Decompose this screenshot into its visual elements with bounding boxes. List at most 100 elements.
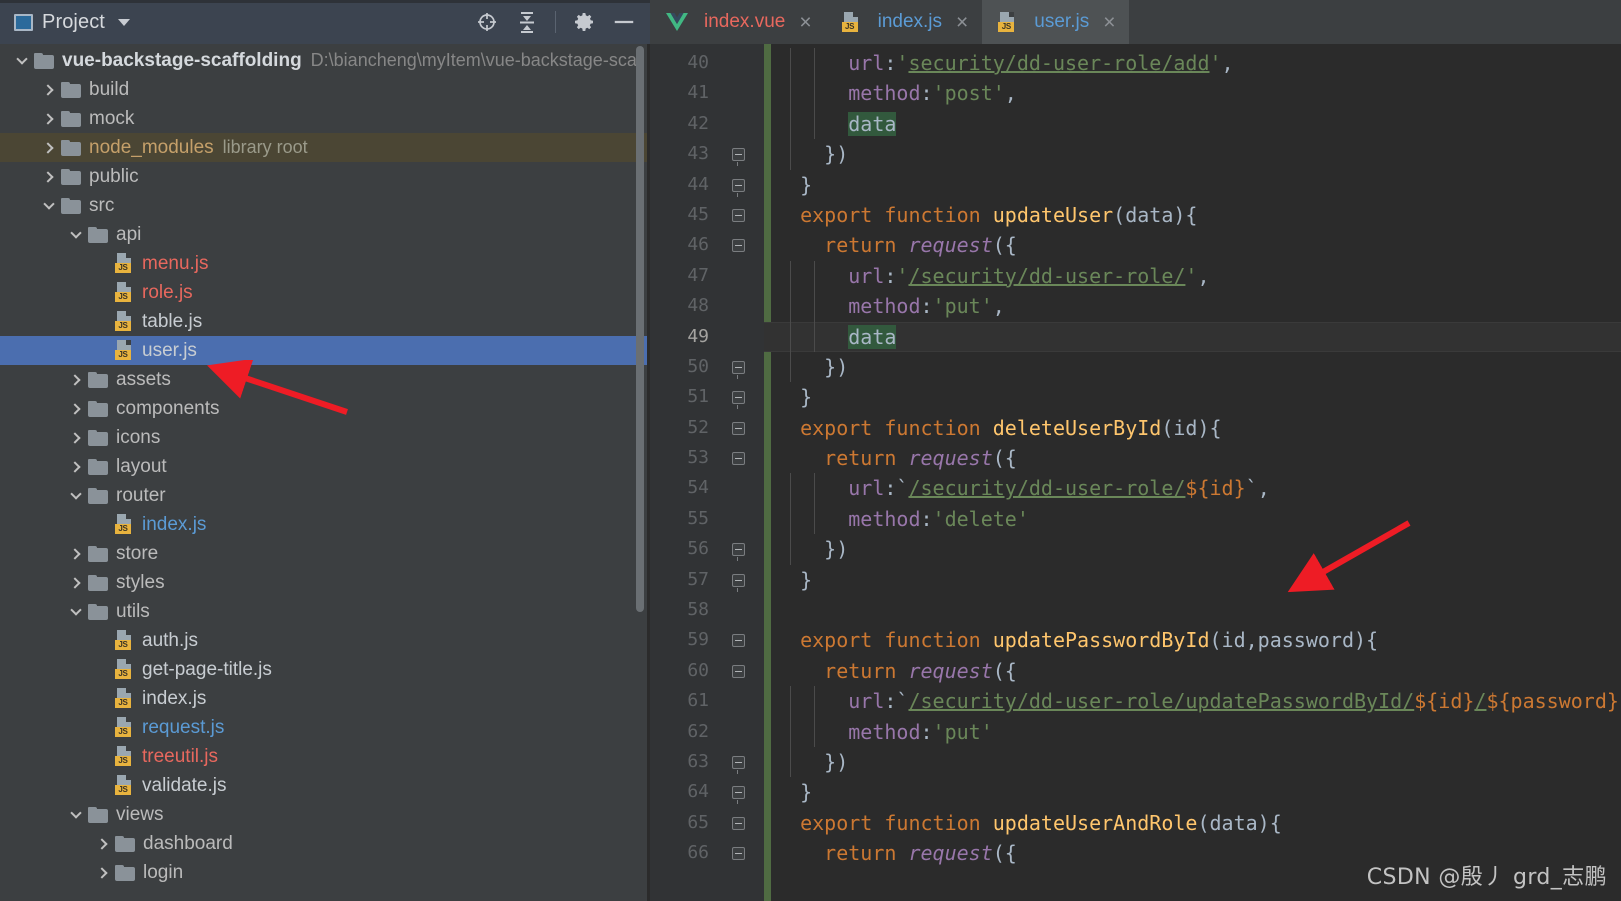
tree-row[interactable]: JS get-page-title.js <box>0 655 650 684</box>
chevron-right-icon[interactable] <box>37 141 61 154</box>
tree-row[interactable]: dashboard <box>0 829 650 858</box>
code-line[interactable]: export function deleteUserById(id){ <box>764 413 1621 443</box>
editor-tab[interactable]: index.vue × <box>650 0 826 44</box>
code-line[interactable]: return request({ <box>764 230 1621 260</box>
code-line[interactable]: url:`/security/dd-user-role/updatePasswo… <box>764 686 1621 717</box>
chevron-right-icon[interactable] <box>64 576 88 589</box>
fold-toggle-icon[interactable] <box>732 634 745 648</box>
chevron-right-icon[interactable] <box>64 460 88 473</box>
gear-icon[interactable] <box>572 10 596 34</box>
chevron-right-icon[interactable] <box>64 547 88 560</box>
tree-row[interactable]: JS auth.js <box>0 626 650 655</box>
chevron-down-icon[interactable] <box>37 197 61 210</box>
tree-row[interactable]: api <box>0 220 650 249</box>
code-line[interactable]: export function updatePasswordById(id,pa… <box>764 625 1621 655</box>
code-line[interactable]: export function updateUserAndRole(data){ <box>764 808 1621 838</box>
chevron-down-icon[interactable] <box>10 52 34 65</box>
fold-toggle-icon[interactable] <box>732 239 745 253</box>
tree-row[interactable]: styles <box>0 568 650 597</box>
code-line[interactable]: url:`/security/dd-user-role/${id}`, <box>764 473 1621 504</box>
tree-row[interactable]: utils <box>0 597 650 626</box>
chevron-right-icon[interactable] <box>37 170 61 183</box>
code-line[interactable]: } <box>764 170 1621 200</box>
chevron-down-icon[interactable] <box>64 487 88 500</box>
tree-row[interactable]: router <box>0 481 650 510</box>
tree-row[interactable]: layout <box>0 452 650 481</box>
tree-row[interactable]: vue-backstage-scaffolding D:\biancheng\my… <box>0 46 650 75</box>
chevron-down-icon[interactable] <box>64 603 88 616</box>
chevron-right-icon[interactable] <box>91 837 115 850</box>
fold-toggle-icon[interactable] <box>732 452 745 466</box>
close-icon[interactable]: × <box>1103 12 1115 33</box>
tree-row[interactable]: JS treeutil.js <box>0 742 650 771</box>
chevron-right-icon[interactable] <box>64 373 88 386</box>
code-line[interactable]: }) <box>764 139 1621 170</box>
tree-row[interactable]: JS index.js <box>0 510 650 539</box>
fold-toggle-icon[interactable] <box>732 360 745 379</box>
fold-toggle-icon[interactable] <box>732 543 745 562</box>
fold-toggle-icon[interactable] <box>732 847 745 861</box>
tree-row[interactable]: node_modules library root <box>0 133 650 162</box>
tree-row[interactable]: mock <box>0 104 650 133</box>
code-line[interactable]: }) <box>764 746 1621 778</box>
project-panel-title-group[interactable]: Project <box>14 11 130 34</box>
fold-toggle-icon[interactable] <box>732 421 745 435</box>
locate-target-icon[interactable] <box>475 10 499 34</box>
chevron-right-icon[interactable] <box>64 431 88 444</box>
chevron-right-icon[interactable] <box>64 402 88 415</box>
tree-row[interactable]: assets <box>0 365 650 394</box>
tree-row[interactable]: JS request.js <box>0 713 650 742</box>
project-file-tree[interactable]: vue-backstage-scaffolding D:\biancheng\my… <box>0 44 650 901</box>
close-icon[interactable]: × <box>799 12 811 33</box>
fold-toggle-icon[interactable] <box>732 178 745 197</box>
code-line[interactable]: return request({ <box>764 656 1621 686</box>
code-line[interactable]: } <box>764 382 1621 412</box>
fold-toggle-icon[interactable] <box>732 816 745 830</box>
chevron-down-icon[interactable] <box>64 226 88 239</box>
chevron-down-icon[interactable] <box>64 806 88 819</box>
tree-row[interactable]: store <box>0 539 650 568</box>
tree-row[interactable]: JS table.js <box>0 307 650 336</box>
code-line[interactable]: url:'security/dd-user-role/add', <box>764 48 1621 79</box>
editor-tab[interactable]: JS user.js × <box>982 0 1130 44</box>
editor-tab[interactable]: JS index.js × <box>825 0 983 44</box>
tree-row[interactable]: build <box>0 75 650 104</box>
code-line[interactable]: } <box>764 565 1621 595</box>
code-line[interactable]: method:'put', <box>764 291 1621 322</box>
fold-toggle-icon[interactable] <box>732 573 745 592</box>
code-editor[interactable]: 40 41 42 43 44 45 46 47 48 49 50 51 52 53 54 55 56 57 58 59… <box>650 44 1621 901</box>
code-line[interactable]: }) <box>764 351 1621 383</box>
code-line[interactable]: method:'post', <box>764 78 1621 109</box>
code-line[interactable] <box>764 595 1621 625</box>
code-line[interactable]: method:'delete' <box>764 503 1621 535</box>
code-content[interactable]: url:'security/dd-user-role/add', method:… <box>764 44 1621 901</box>
project-panel-scrollbar[interactable] <box>636 46 644 612</box>
tree-row[interactable]: JS role.js <box>0 278 650 307</box>
fold-toggle-icon[interactable] <box>732 786 745 805</box>
tree-row[interactable]: JS validate.js <box>0 771 650 800</box>
fold-toggle-icon[interactable] <box>732 208 745 222</box>
tree-row[interactable]: login <box>0 858 650 887</box>
code-line[interactable]: export function updateUser(data){ <box>764 200 1621 230</box>
tree-row[interactable]: src <box>0 191 650 220</box>
fold-toggle-icon[interactable] <box>732 664 745 678</box>
chevron-right-icon[interactable] <box>91 866 115 879</box>
code-line[interactable]: url:'/security/dd-user-role/', <box>764 260 1621 292</box>
code-line[interactable]: }) <box>764 534 1621 565</box>
code-line[interactable]: } <box>764 777 1621 807</box>
chevron-right-icon[interactable] <box>37 112 61 125</box>
code-line[interactable]: return request({ <box>764 443 1621 473</box>
tree-row[interactable]: icons <box>0 423 650 452</box>
chevron-right-icon[interactable] <box>37 83 61 96</box>
tree-row[interactable]: JS menu.js <box>0 249 650 278</box>
close-icon[interactable]: × <box>956 12 968 33</box>
chevron-down-icon[interactable] <box>117 18 130 26</box>
fold-toggle-icon[interactable] <box>732 391 745 410</box>
minimize-icon[interactable] <box>612 10 636 34</box>
code-folding-gutter[interactable] <box>722 44 764 901</box>
collapse-all-icon[interactable] <box>515 10 539 34</box>
tree-row[interactable]: components <box>0 394 650 423</box>
tree-row[interactable]: JS index.js <box>0 684 650 713</box>
tree-row[interactable]: JS user.js <box>0 336 650 365</box>
code-line[interactable]: data <box>764 321 1621 352</box>
